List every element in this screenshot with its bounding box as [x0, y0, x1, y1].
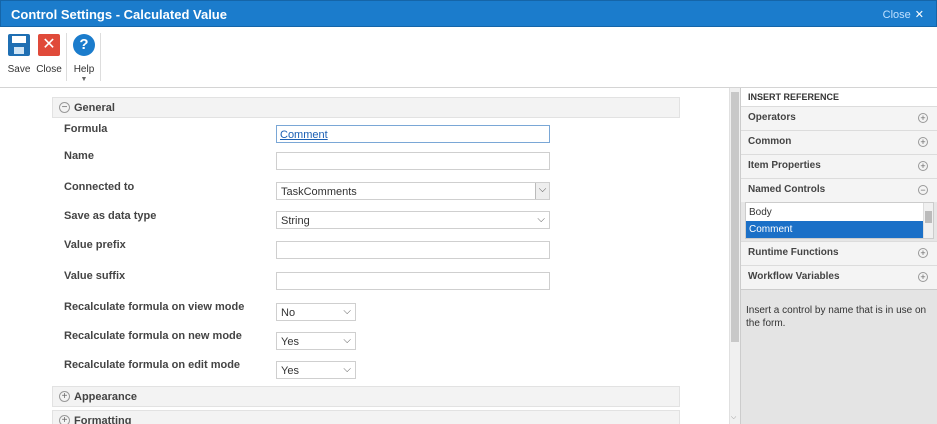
window-close-label: Close	[882, 9, 911, 21]
help-label: Help	[73, 64, 95, 75]
scrollbar-thumb[interactable]	[925, 211, 932, 223]
close-button[interactable]: ✕ Close	[34, 34, 64, 75]
save-label: Save	[7, 64, 31, 75]
ref-item-named-controls[interactable]: Named Controls −	[741, 178, 937, 202]
section-general-header[interactable]: − General	[52, 97, 680, 118]
list-item-comment[interactable]: Comment	[746, 221, 924, 238]
list-scrollbar[interactable]	[923, 203, 933, 238]
value-suffix-label: Value suffix	[64, 270, 126, 282]
section-title: General	[74, 102, 115, 114]
value-prefix-input[interactable]	[276, 241, 550, 259]
chevron-down-icon: ⌵	[343, 364, 351, 375]
panel-heading: INSERT REFERENCE	[741, 88, 937, 106]
connected-to-label: Connected to	[64, 181, 135, 193]
chevron-down-icon: ⌵	[537, 214, 545, 225]
expand-icon: +	[918, 137, 928, 147]
recalc-new-label: Recalculate formula on new mode	[64, 330, 242, 342]
section-appearance-header[interactable]: + Appearance	[52, 386, 680, 407]
connected-to-select[interactable]: TaskComments ⌵	[276, 182, 550, 200]
ref-item-common[interactable]: Common +	[741, 130, 937, 154]
value-prefix-label: Value prefix	[64, 239, 126, 251]
chevron-down-icon: ⌵	[535, 183, 549, 199]
ref-item-workflow-variables[interactable]: Workflow Variables +	[741, 265, 937, 289]
ref-item-item-properties[interactable]: Item Properties +	[741, 154, 937, 178]
recalc-new-value: Yes	[281, 336, 299, 348]
list-item-body[interactable]: Body	[746, 204, 924, 221]
save-button[interactable]: Save	[4, 34, 34, 75]
name-label: Name	[64, 150, 94, 162]
expand-icon: +	[918, 248, 928, 258]
ribbon-toolbar: Save ✕ Close ? Help ▼	[0, 27, 937, 88]
expand-icon: +	[918, 272, 928, 282]
ribbon-divider	[100, 33, 101, 81]
expand-icon: +	[918, 161, 928, 171]
recalc-view-value: No	[281, 307, 296, 319]
section-title: Appearance	[74, 391, 137, 403]
window-close-button[interactable]: Close ✕	[883, 8, 924, 21]
scrollbar-thumb[interactable]	[731, 92, 739, 342]
ref-item-label: Common	[748, 136, 792, 147]
ribbon-divider	[66, 33, 67, 81]
ref-item-label: Named Controls	[748, 184, 826, 195]
window-title: Control Settings - Calculated Value	[11, 7, 227, 22]
settings-form: − General Formula Comment Name Connected…	[0, 88, 740, 424]
formula-label: Formula	[64, 123, 108, 135]
expand-icon: +	[918, 113, 928, 123]
help-icon: ?	[73, 34, 95, 56]
section-formatting-header[interactable]: + Formatting	[52, 410, 680, 424]
collapse-icon: −	[59, 102, 70, 113]
chevron-down-icon[interactable]: ⌵	[731, 414, 736, 422]
recalc-new-select[interactable]: Yes ⌵	[276, 332, 356, 350]
expand-icon: +	[59, 391, 70, 402]
data-type-label: Save as data type	[64, 210, 157, 222]
title-bar: Control Settings - Calculated Value Clos…	[0, 0, 937, 27]
section-title: Formatting	[74, 415, 132, 424]
ref-item-label: Runtime Functions	[748, 247, 839, 258]
recalc-edit-value: Yes	[281, 365, 299, 377]
data-type-select[interactable]: String ⌵	[276, 211, 550, 229]
name-input[interactable]	[276, 152, 550, 170]
save-icon	[8, 34, 30, 56]
chevron-down-icon: ⌵	[343, 335, 351, 346]
reference-description: Insert a control by name that is in use …	[741, 289, 937, 424]
ref-item-label: Operators	[748, 112, 796, 123]
ref-item-operators[interactable]: Operators +	[741, 106, 937, 130]
recalc-view-label: Recalculate formula on view mode	[64, 301, 245, 313]
connected-to-value: TaskComments	[281, 186, 357, 198]
ref-item-runtime-functions[interactable]: Runtime Functions +	[741, 241, 937, 265]
recalc-edit-select[interactable]: Yes ⌵	[276, 361, 356, 379]
help-button[interactable]: ? Help ▼	[69, 34, 99, 83]
main-scrollbar[interactable]: ⌵	[729, 88, 740, 424]
expand-icon: +	[59, 415, 70, 424]
close-icon: ✕	[914, 9, 924, 21]
recalc-view-select[interactable]: No ⌵	[276, 303, 356, 321]
chevron-down-icon: ⌵	[343, 306, 351, 317]
ref-item-label: Item Properties	[748, 160, 821, 171]
value-suffix-input[interactable]	[276, 272, 550, 290]
data-type-value: String	[281, 215, 310, 227]
named-controls-list[interactable]: Body Comment	[745, 202, 934, 239]
close-icon: ✕	[38, 34, 60, 56]
ref-item-label: Workflow Variables	[748, 271, 840, 282]
formula-input[interactable]: Comment	[276, 125, 550, 143]
collapse-icon: −	[918, 185, 928, 195]
chevron-down-icon: ▼	[80, 76, 88, 83]
recalc-edit-label: Recalculate formula on edit mode	[64, 359, 241, 371]
insert-reference-panel: INSERT REFERENCE Operators + Common + It…	[740, 88, 937, 424]
close-label: Close	[36, 64, 62, 75]
